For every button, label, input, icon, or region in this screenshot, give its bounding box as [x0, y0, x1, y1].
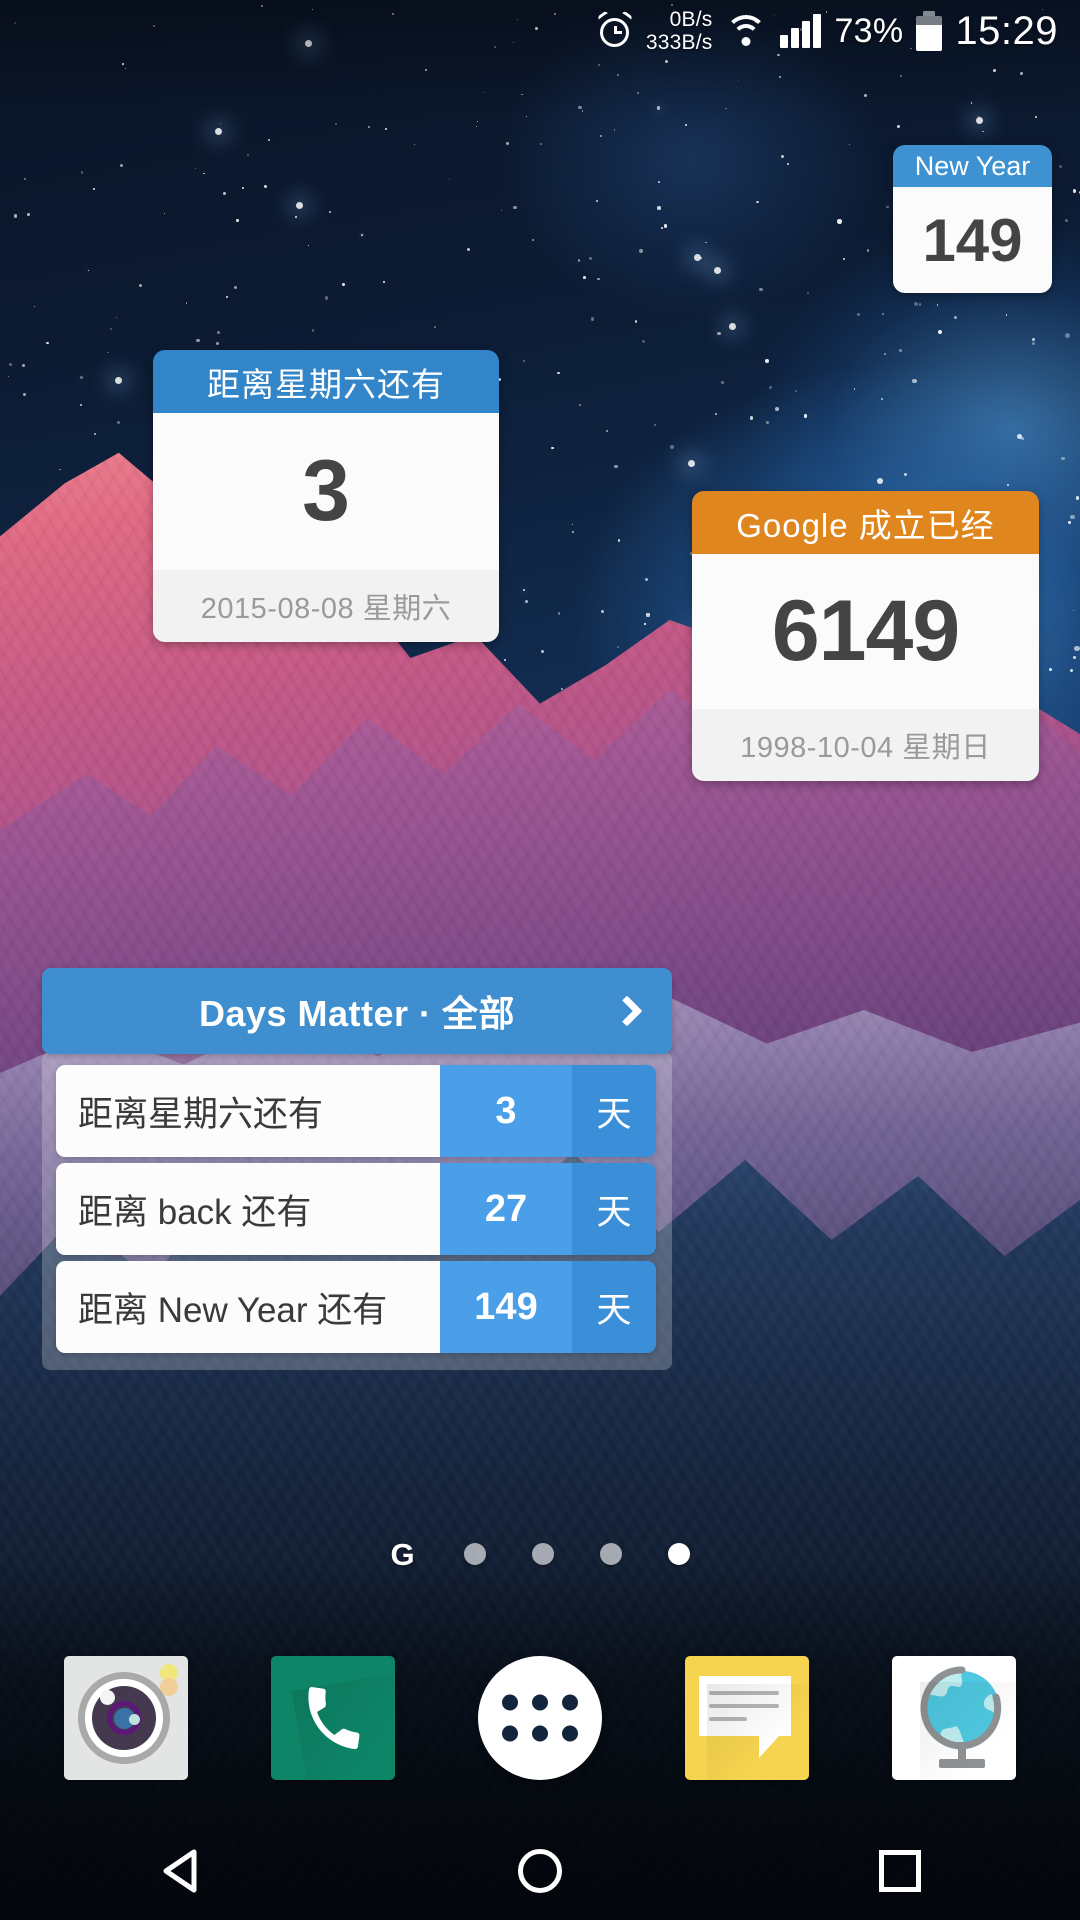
widget-day-count: 6149: [692, 554, 1039, 709]
page-dot-active[interactable]: [667, 1543, 690, 1565]
recents-square-icon: [879, 1850, 921, 1892]
row-day-count: 27: [440, 1163, 572, 1255]
row-label: 距离 New Year 还有: [56, 1261, 440, 1353]
row-label: 距离 back 还有: [56, 1163, 440, 1255]
net-upload-speed: 0B/s: [669, 8, 713, 31]
globe-icon: [892, 1656, 1017, 1780]
days-matter-row[interactable]: 距离 New Year 还有 149 天: [56, 1261, 656, 1353]
widget-title: 距离星期六还有: [153, 350, 499, 413]
days-matter-header[interactable]: Days Matter · 全部: [42, 968, 672, 1054]
widget-day-count: 3: [153, 413, 499, 570]
dock-item-app-drawer[interactable]: [477, 1656, 602, 1780]
camera-icon: [63, 1656, 188, 1780]
network-speed: 0B/s 333B/s: [646, 8, 713, 54]
battery-icon: [916, 11, 943, 51]
page-indicator: G: [0, 1534, 1080, 1574]
message-bubble-icon: [685, 1656, 810, 1780]
days-matter-title: Days Matter · 全部: [198, 993, 516, 1034]
nav-recents-button[interactable]: [825, 1822, 975, 1920]
wifi-icon: [725, 14, 768, 48]
home-circle-icon: [518, 1849, 562, 1893]
dock-item-browser[interactable]: [892, 1656, 1017, 1780]
widget-title: New Year: [893, 145, 1052, 187]
dock-item-phone[interactable]: [270, 1656, 395, 1780]
row-label: 距离星期六还有: [56, 1065, 440, 1157]
row-day-count: 149: [440, 1261, 572, 1353]
widget-day-count: 149: [893, 187, 1052, 293]
chevron-right-icon[interactable]: [611, 995, 643, 1027]
countdown-widget-saturday[interactable]: 距离星期六还有 3 2015-08-08 星期六: [153, 350, 499, 642]
net-download-speed: 333B/s: [645, 31, 713, 54]
widget-title: Google 成立已经: [692, 491, 1039, 554]
widget-target-date: 1998-10-04 星期日: [692, 709, 1039, 781]
widget-target-date: 2015-08-08 星期六: [153, 570, 499, 642]
alarm-clock-icon: [596, 10, 633, 49]
status-bar-clock: 15:29: [955, 8, 1058, 53]
row-unit: 天: [572, 1163, 656, 1255]
days-matter-row[interactable]: 距离 back 还有 27 天: [56, 1163, 656, 1255]
countdown-widget-google[interactable]: Google 成立已经 6149 1998-10-04 星期日: [692, 491, 1039, 781]
status-bar: 0B/s 333B/s 73% 15:29: [0, 0, 1080, 62]
phone-icon: [270, 1656, 395, 1780]
page-dot[interactable]: [531, 1543, 554, 1565]
nav-home-button[interactable]: [465, 1822, 615, 1920]
dock-item-camera[interactable]: [63, 1656, 188, 1780]
battery-percent: 73%: [834, 11, 904, 50]
countdown-widget-new-year[interactable]: New Year 149: [893, 145, 1052, 293]
back-triangle-icon: [160, 1848, 200, 1894]
cellular-signal-icon: [780, 14, 822, 48]
app-drawer-icon: [477, 1656, 602, 1780]
nav-back-button[interactable]: [105, 1822, 255, 1920]
page-dot[interactable]: [599, 1543, 622, 1565]
dock: [0, 1636, 1080, 1800]
page-dot[interactable]: [463, 1543, 486, 1565]
navigation-bar: [0, 1822, 1080, 1920]
google-search-logo-icon[interactable]: G: [390, 1539, 414, 1570]
row-unit: 天: [572, 1261, 656, 1353]
row-unit: 天: [572, 1065, 656, 1157]
row-day-count: 3: [440, 1065, 572, 1157]
days-matter-row[interactable]: 距离星期六还有 3 天: [56, 1065, 656, 1157]
dock-item-messaging[interactable]: [685, 1656, 810, 1780]
